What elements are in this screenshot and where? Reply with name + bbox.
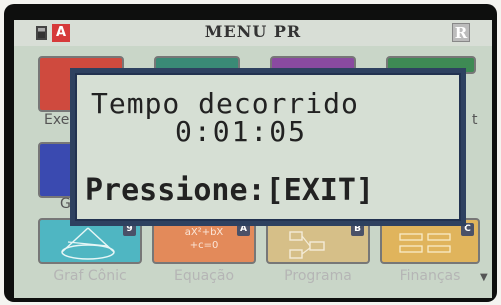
partial-label-exe: Exe	[44, 112, 70, 128]
tile-label-graf-conic: Graf Cônic	[53, 268, 127, 284]
program-icon	[289, 231, 325, 259]
exit-prompt: Pressione:[EXIT]	[85, 173, 374, 208]
timer-popup: Tempo decorrido 0:01:05 Pressione:[EXIT]	[70, 68, 466, 226]
scroll-down-icon[interactable]: ▼	[480, 272, 488, 283]
elapsed-time: 0:01:05	[175, 115, 308, 148]
equation-icon: aX²+bX +c=0	[184, 227, 224, 251]
tile-label-equacao: Equação	[173, 268, 235, 284]
calculator-screen: A MENU PR R Exe t G 9 aX²+bX +c=0 A B C …	[14, 20, 492, 298]
tile-label-financas: Finanças	[399, 268, 461, 284]
status-bar: A MENU PR R	[14, 20, 492, 46]
menu-title: MENU PR	[204, 22, 302, 41]
popup-content: Tempo decorrido 0:01:05 Pressione:[EXIT]	[75, 73, 461, 221]
tile-label-programa: Programa	[284, 268, 352, 284]
finance-icon	[399, 233, 451, 253]
cone-icon	[61, 227, 115, 260]
r-badge: R	[452, 23, 470, 42]
partial-label-t: t	[472, 112, 478, 128]
